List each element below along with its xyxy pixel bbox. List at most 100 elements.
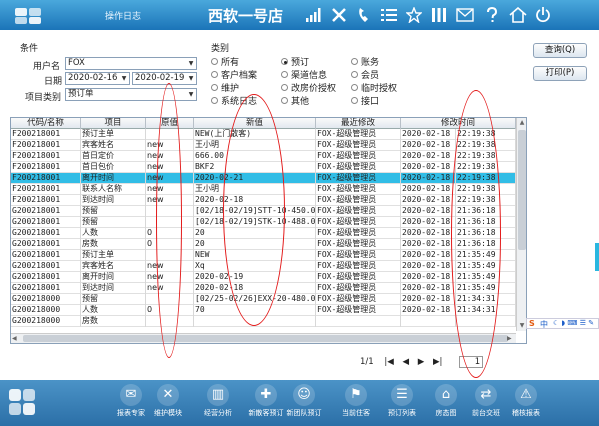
table-cell: 预订主单 xyxy=(81,129,146,140)
radio-circle[interactable] xyxy=(351,71,358,78)
mail-icon[interactable] xyxy=(455,5,475,25)
table-cell: G200218001 xyxy=(11,261,81,272)
table-cell: 离开时间 xyxy=(81,173,146,184)
table-cell: F200218001 xyxy=(11,129,81,140)
radio-circle[interactable] xyxy=(351,97,358,104)
radio-circle[interactable] xyxy=(281,97,288,104)
table-cell: G200218001 xyxy=(11,250,81,261)
table-cell: F200218001 xyxy=(11,140,81,151)
side-handle[interactable] xyxy=(595,243,599,271)
new-guest-booking-icon: ✚ xyxy=(248,382,284,408)
column-header[interactable]: 最近修改 xyxy=(316,118,401,129)
help-icon[interactable] xyxy=(482,5,502,25)
table-cell: FOX-超级管理员 xyxy=(316,151,401,162)
power-icon[interactable] xyxy=(533,5,553,25)
ime-logo-icon: S xyxy=(529,319,535,328)
table-cell: FOX-超级管理员 xyxy=(316,250,401,261)
nav-item[interactable]: ⚠ 稽核报表 xyxy=(508,382,544,424)
table-cell: FOX-超级管理员 xyxy=(316,228,401,239)
nav-item[interactable]: ☰ 预订列表 xyxy=(384,382,420,424)
category-radio[interactable]: 客户档案 xyxy=(211,68,257,81)
radio-circle[interactable] xyxy=(351,58,358,65)
table-cell: G200218000 xyxy=(11,305,81,316)
category-radio[interactable]: 预订 xyxy=(281,55,309,68)
category-radio-label: 账务 xyxy=(361,58,380,68)
radio-circle[interactable] xyxy=(351,84,358,91)
ime-toolbar[interactable]: S 中 ☾ ◗ ⌨ ☰ ✎ xyxy=(526,318,599,329)
table-cell: 2020-02-18 xyxy=(401,195,456,206)
nav-item-label: 维护模块 xyxy=(154,409,182,417)
nav-item[interactable]: ✕ 维护模块 xyxy=(150,382,186,424)
first-page-icon[interactable]: |◀ xyxy=(384,357,393,367)
nav-item-label: 预订列表 xyxy=(388,409,416,417)
table-cell: 房数 xyxy=(81,239,146,250)
nav-item[interactable]: ▥ 经营分析 xyxy=(200,382,236,424)
nav-item[interactable]: ⚑ 当前住客 xyxy=(338,382,374,424)
table-cell: 2020-02-18 xyxy=(401,239,456,250)
signal-icon[interactable] xyxy=(304,5,324,25)
home-icon[interactable] xyxy=(508,5,528,25)
column-header[interactable]: 代码/名称 xyxy=(11,118,81,129)
table-cell: 2020-02-18 xyxy=(401,129,456,140)
table-cell: 预订主单 xyxy=(81,250,146,261)
table-cell: 房数 xyxy=(81,316,146,327)
columns-icon[interactable] xyxy=(429,5,449,25)
category-radio[interactable]: 改房价授权 xyxy=(281,81,336,94)
category-radio-label: 临时授权 xyxy=(361,84,398,94)
table-cell: FOX-超级管理员 xyxy=(316,129,401,140)
date-to-field[interactable]: 2020-02-19 ▼ xyxy=(132,72,197,85)
radio-circle[interactable] xyxy=(211,97,218,104)
date-from-field[interactable]: 2020-02-16 ▼ xyxy=(65,72,130,85)
user-input[interactable]: FOX ▼ xyxy=(65,57,197,70)
nav-item[interactable]: ⇄ 前台交班 xyxy=(468,382,504,424)
chevron-down-icon[interactable]: ▼ xyxy=(186,73,196,84)
category-radio[interactable]: 会员 xyxy=(351,68,379,81)
chevron-down-icon[interactable]: ▼ xyxy=(119,73,129,84)
horizontal-scrollbar[interactable]: ◀ ▶ xyxy=(11,333,516,343)
nav-item[interactable]: ⌂ 房态图 xyxy=(428,382,464,424)
category-radio[interactable]: 账务 xyxy=(351,55,379,68)
radio-circle[interactable] xyxy=(281,58,288,65)
table-cell: 联系人名称 xyxy=(81,184,146,195)
table-cell: 2020-02-18 xyxy=(401,140,456,151)
category-radio[interactable]: 接口 xyxy=(351,94,379,107)
nav-item[interactable]: ✚ 新散客预订 xyxy=(248,382,284,424)
radio-circle[interactable] xyxy=(281,71,288,78)
start-menu-icon[interactable] xyxy=(8,388,38,418)
table-cell: 人数 xyxy=(81,228,146,239)
chevron-down-icon[interactable]: ▼ xyxy=(186,89,196,100)
tools-icon[interactable] xyxy=(329,5,349,25)
radio-circle[interactable] xyxy=(211,71,218,78)
table-cell: G200218001 xyxy=(11,239,81,250)
table-cell: 首日定价 xyxy=(81,151,146,162)
query-button[interactable]: 查询(Q) xyxy=(533,43,587,58)
app-logo-icon xyxy=(15,8,41,24)
radio-circle[interactable] xyxy=(211,84,218,91)
category-radio[interactable]: 其他 xyxy=(281,94,309,107)
prev-page-icon[interactable]: ◀ xyxy=(403,357,410,367)
category-radio-label: 接口 xyxy=(361,97,380,107)
table-cell: G200218001 xyxy=(11,217,81,228)
table-cell: FOX-超级管理员 xyxy=(316,140,401,151)
nav-item[interactable]: ☺ 新团队预订 xyxy=(286,382,322,424)
list-icon[interactable] xyxy=(379,5,399,25)
category-radio[interactable]: 所有 xyxy=(211,55,239,68)
radio-circle[interactable] xyxy=(211,58,218,65)
next-page-icon[interactable]: ▶ xyxy=(418,357,425,367)
star-icon[interactable] xyxy=(404,5,424,25)
category-radio[interactable]: 维护 xyxy=(211,81,239,94)
category-radio[interactable]: 临时授权 xyxy=(351,81,397,94)
phone-icon[interactable] xyxy=(354,5,374,25)
print-button[interactable]: 打印(P) xyxy=(533,66,587,81)
category-radio-label: 所有 xyxy=(221,58,240,68)
table-cell: G200218000 xyxy=(11,316,81,327)
category-radio[interactable]: 渠道信息 xyxy=(281,68,327,81)
column-header[interactable]: 项目 xyxy=(81,118,146,129)
table-cell: FOX-超级管理员 xyxy=(316,162,401,173)
last-page-icon[interactable]: ▶| xyxy=(433,357,442,367)
nav-item-label: 新团队预订 xyxy=(286,409,322,417)
radio-circle[interactable] xyxy=(281,84,288,91)
vertical-scrollbar[interactable]: ▲ ▼ xyxy=(516,118,526,331)
type-select[interactable]: 预订单 ▼ xyxy=(65,88,197,101)
chevron-down-icon[interactable]: ▼ xyxy=(186,58,196,69)
